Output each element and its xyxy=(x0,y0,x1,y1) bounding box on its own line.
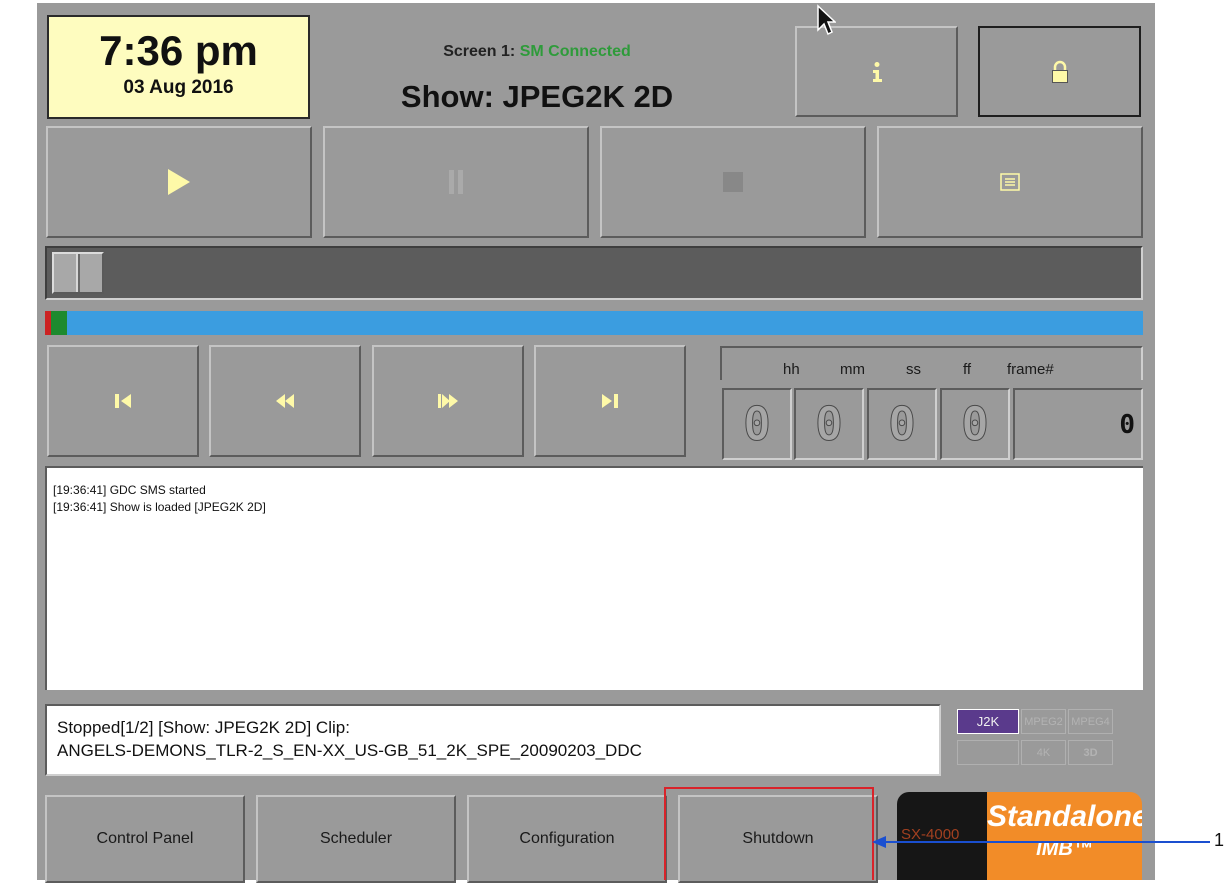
timecode-seconds: 0 xyxy=(867,388,937,460)
scheduler-label: Scheduler xyxy=(319,830,393,847)
fast-forward-icon xyxy=(438,394,458,408)
play-button[interactable] xyxy=(46,126,312,238)
skip-to-end-button[interactable] xyxy=(534,345,686,457)
configuration-label: Configuration xyxy=(519,830,615,847)
timecode-label-mm: mm xyxy=(840,361,865,378)
stop-icon xyxy=(723,172,743,192)
rewind-icon xyxy=(276,394,294,408)
clock-date: 03 Aug 2016 xyxy=(123,77,234,98)
callout-label: 1 xyxy=(1214,830,1225,850)
clock-display: 7:36 pm 03 Aug 2016 xyxy=(47,15,310,119)
configuration-button[interactable]: Configuration xyxy=(467,795,667,883)
fast-forward-button[interactable] xyxy=(372,345,524,457)
skip-to-start-icon xyxy=(115,394,131,408)
format-blank xyxy=(957,740,1019,765)
timecode-hours: 0 xyxy=(722,388,792,460)
timecode-frame-number: 0 xyxy=(1013,388,1143,460)
format-mpeg4: MPEG4 xyxy=(1068,709,1113,734)
progress-bar xyxy=(45,311,1143,335)
lock-icon xyxy=(1051,60,1068,83)
timecode-label-hh: hh xyxy=(783,361,800,378)
sm-status: SM Connected xyxy=(519,43,631,60)
frame-number-value: 0 xyxy=(1119,410,1135,440)
skip-to-end-icon xyxy=(602,394,618,408)
play-icon xyxy=(168,169,190,195)
slider-handle[interactable] xyxy=(52,252,104,294)
pause-button[interactable] xyxy=(323,126,589,238)
format-mpeg2: MPEG2 xyxy=(1021,709,1066,734)
log-panel: [19:36:41] GDC SMS started [19:36:41] Sh… xyxy=(45,466,1143,690)
main-panel: 7:36 pm 03 Aug 2016 Screen 1: SM Connect… xyxy=(37,3,1155,883)
control-panel-label: Control Panel xyxy=(96,830,194,847)
timecode-label-frame: frame# xyxy=(1007,361,1054,378)
scheduler-button[interactable]: Scheduler xyxy=(256,795,456,883)
playlist-button[interactable] xyxy=(877,126,1143,238)
screen-label: Screen 1: xyxy=(443,43,516,60)
control-panel-button[interactable]: Control Panel xyxy=(45,795,245,883)
log-line: [19:36:41] GDC SMS started xyxy=(53,483,206,497)
clock-time: 7:36 pm xyxy=(99,27,258,74)
shutdown-highlight xyxy=(664,787,874,880)
playback-status-box: Stopped[1/2] [Show: JPEG2K 2D] Clip: ANG… xyxy=(45,704,941,776)
timecode-label-ss: ss xyxy=(906,361,921,378)
rewind-button[interactable] xyxy=(209,345,361,457)
position-slider[interactable] xyxy=(45,246,1143,300)
playlist-icon xyxy=(1000,173,1020,191)
timecode-frames-value: 0 xyxy=(961,397,990,452)
timecode-frames: 0 xyxy=(940,388,1010,460)
timecode-minutes-value: 0 xyxy=(815,397,844,452)
format-3d: 3D xyxy=(1068,740,1113,765)
pause-icon xyxy=(449,170,463,194)
logo-standalone: Standalone xyxy=(987,800,1142,833)
log-line: [19:36:41] Show is loaded [JPEG2K 2D] xyxy=(53,500,266,514)
screen-status: Screen 1: SM Connected xyxy=(367,43,707,61)
timecode-minutes: 0 xyxy=(794,388,864,460)
format-4k: 4K xyxy=(1021,740,1066,765)
timecode-label-ff: ff xyxy=(963,361,972,378)
info-button[interactable] xyxy=(795,26,958,117)
lock-button[interactable] xyxy=(978,26,1141,117)
mouse-pointer-icon xyxy=(817,4,836,36)
stop-button[interactable] xyxy=(600,126,866,238)
status-line-1: Stopped[1/2] [Show: JPEG2K 2D] Clip: xyxy=(57,718,350,737)
progress-marker-green xyxy=(51,311,67,335)
show-title: Show: JPEG2K 2D xyxy=(400,79,674,114)
callout-arrow xyxy=(872,836,1210,848)
format-j2k: J2K xyxy=(957,709,1019,734)
timecode-seconds-value: 0 xyxy=(888,397,917,452)
skip-to-start-button[interactable] xyxy=(47,345,199,457)
timecode-hours-value: 0 xyxy=(743,397,772,452)
status-line-2: ANGELS-DEMONS_TLR-2_S_EN-XX_US-GB_51_2K_… xyxy=(57,741,642,760)
info-icon xyxy=(872,61,882,82)
